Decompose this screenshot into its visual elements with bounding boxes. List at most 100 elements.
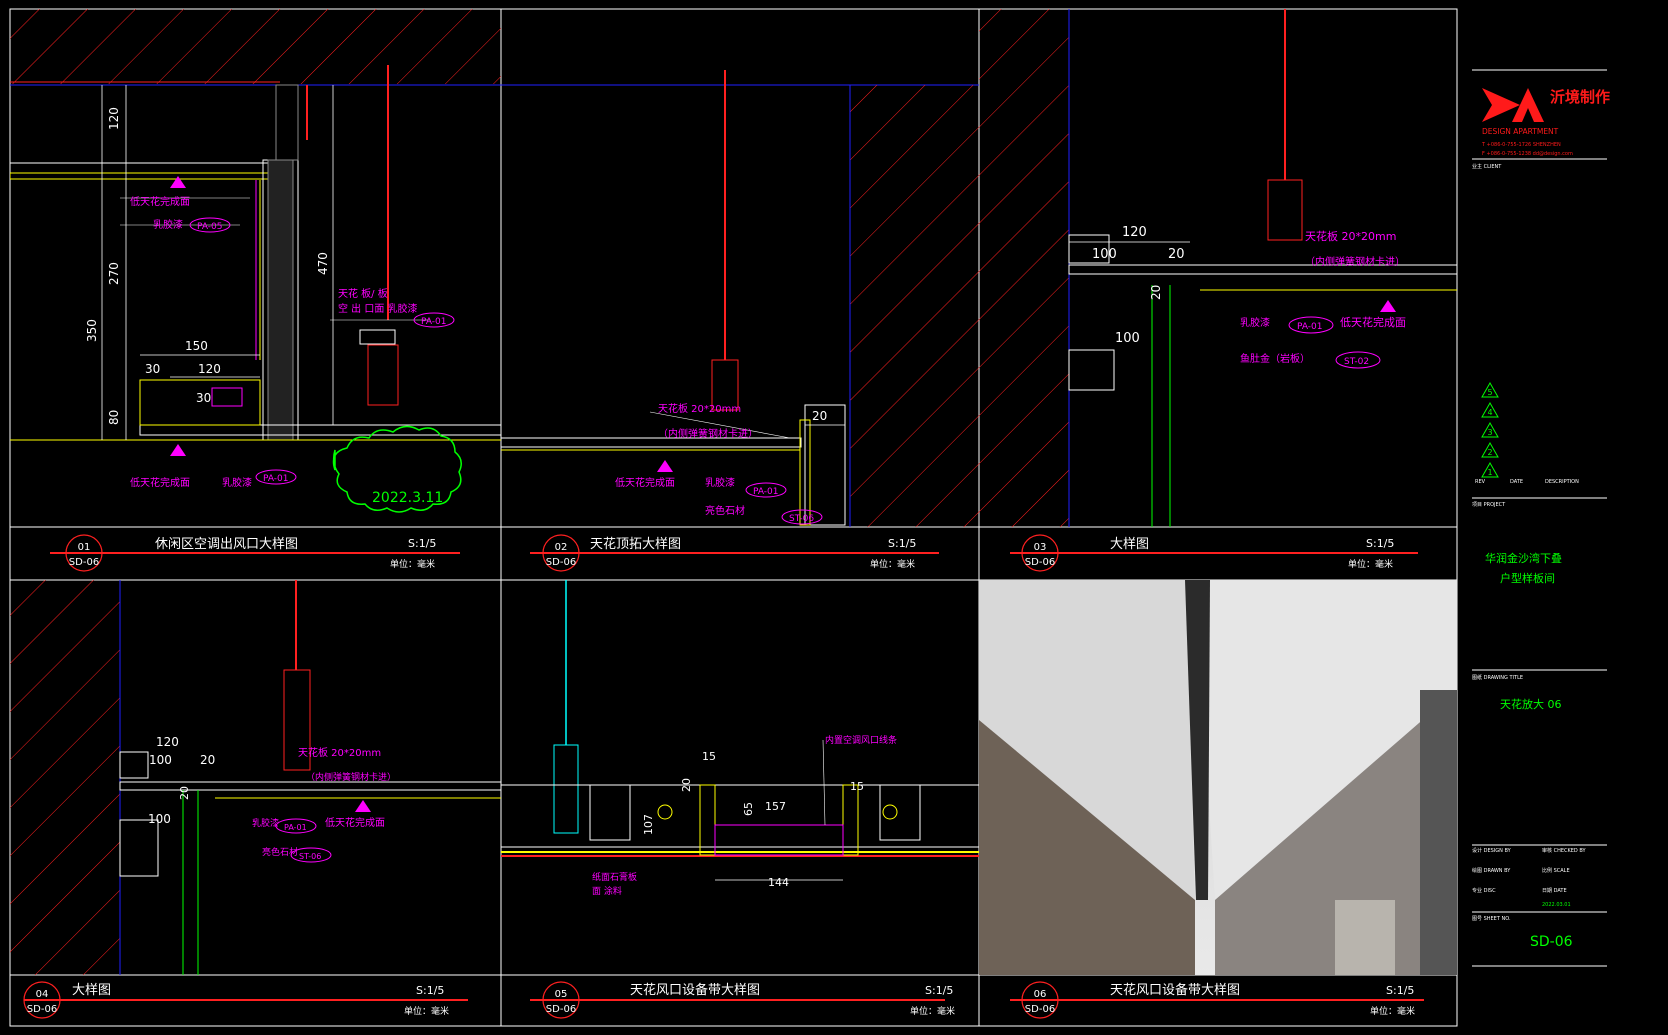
panel-05-detail: 15 20 107 65 157 15 144 内置空调风口线条 纸面石膏板 面… [501,580,979,897]
label-trim: 天花板 20*20mm [1305,229,1396,243]
title-bar-03: 03 SD-06 大样图 S:1/5 单位：毫米 [1010,534,1418,572]
vent-channel [699,784,716,856]
meta-date: 日期 DATE [1542,888,1567,894]
label-finish: 面 涂料 [592,885,622,897]
detail-title: 天花风口设备带大样图 [1110,982,1240,998]
dim-text-470: 470 [316,252,330,275]
dim-text-150: 150 [185,339,208,353]
label-stone: 亮色石材 [705,504,745,517]
detail-number: 03 [1034,542,1047,553]
revision-5: 5 [1487,388,1492,397]
detail-scale: S:1/5 [1386,984,1414,997]
dim-text-20: 20 [200,753,215,767]
panel-03-detail: 120 100 20 20 100 天花板 20*20mm （内侧弹簧钢材卡进）… [979,9,1457,527]
detail-scale: S:1/5 [416,984,444,997]
label-vent2: 空 出 口面 乳胶漆 [338,302,418,315]
leader-vent [822,739,826,826]
vent-grille [714,824,844,856]
photo-column [1420,690,1457,975]
drawing-label: 图纸 DRAWING TITLE [1472,674,1523,681]
label-ceiling: 低天花完成面 [615,476,675,489]
panel-02-detail: 20 天花板 20*20mm （内侧弹簧钢材卡进） 低天花完成面 乳胶漆 PA-… [501,70,979,527]
label-marble: 鱼肚金（岩板） [1240,352,1310,365]
label-trim-note: （内侧弹簧钢材卡进） [658,427,758,440]
label-paint2: 乳胶漆 [222,476,252,489]
title-bar-06: 06 SD-06 天花风口设备带大样图 S:1/5 单位：毫米 [1010,981,1424,1019]
dim-text-80: 80 [107,410,121,425]
revision-3: 3 [1487,428,1492,437]
detail-number: 06 [1034,989,1047,1000]
dim-text-350: 350 [85,319,99,342]
detail-number: 01 [78,542,91,553]
label-vent: 内置空调风口线条 [825,734,897,746]
dim-text-20: 20 [1168,247,1185,262]
panel-06-photo [979,580,1457,975]
detail-scale: S:1/5 [925,984,953,997]
hanger-block [275,84,299,161]
title-bar-04: 04 SD-06 大样图 S:1/5 单位：毫米 [23,981,468,1019]
stud-wall-core [267,159,294,441]
tag-pa01: PA-01 [1297,322,1323,332]
light-fixture [657,804,673,820]
meta-design: 设计 DESIGN BY [1472,847,1512,854]
upper-ceiling-board [10,162,276,174]
dim-text-20: 20 [812,409,827,423]
anchor-bolt [119,819,159,877]
dim-text-100b: 100 [1115,331,1140,346]
anchor-bolt [1068,349,1115,391]
level-marker-1 [170,176,186,188]
meta-disc: 专业 DISC [1472,887,1496,894]
tag-st02: ST-02 [1344,357,1369,367]
tag-pa01b: PA-01 [263,474,289,484]
brand-contact-2: F +086-0-755-1238 dd@design.com [1482,151,1573,157]
title-bar-02: 02 SD-06 天花顶拓大样图 S:1/5 单位：毫米 [530,534,939,572]
label-trim: 天花板 20*20mm [298,746,381,759]
label-paint: 乳胶漆 [1240,316,1270,329]
sheet-number: SD-06 [1530,934,1573,950]
stud-right [879,784,921,841]
vent-grille [211,387,243,407]
tag-pa01: PA-01 [421,317,447,327]
detail-unit: 单位：毫米 [870,558,915,570]
title-bar-05: 05 SD-06 天花风口设备带大样图 S:1/5 单位：毫米 [530,981,955,1019]
detail-title: 大样图 [72,983,111,998]
edge-block [804,404,846,526]
brand-name-en: DESIGN APARTMENT [1482,127,1559,136]
dim-text-157: 157 [765,800,786,813]
vent-body [359,329,396,345]
detail-scale: S:1/5 [408,537,436,550]
meta-scale: 比例 SCALE [1542,867,1570,874]
stud-left [589,784,631,841]
sheet-ref: SD-06 [69,557,99,568]
rev-col-date: DATE [1510,479,1523,485]
dim-text-20b: 20 [1149,285,1163,300]
panel-04-detail: 120 100 20 20 100 天花板 20*20mm （内侧弹簧钢材卡进）… [10,580,501,975]
level-marker-2 [170,444,186,456]
project-label: 项目 PROJECT [1472,502,1506,508]
revision-date: 2022.3.11 [372,490,443,506]
brand-name-cn: 沂境制作 [1550,88,1610,106]
revision-2: 2 [1487,448,1492,457]
panel-01-detail: 120 270 350 470 150 120 30 30 80 低天花完成面 … [10,9,501,513]
cad-drawing-sheet: 120 270 350 470 150 120 30 30 80 低天花完成面 … [9,8,1610,1027]
detail-scale: S:1/5 [888,537,916,550]
tag-pa01: PA-01 [284,823,307,832]
dim-text-30: 30 [145,362,160,376]
sheet-ref: SD-06 [1025,1004,1055,1015]
label-vent: 天花 板/ 板 [338,287,388,300]
dim-text-100: 100 [149,753,172,767]
dim-text-100b: 100 [148,812,171,826]
title-bar-01: 01 SD-06 休闲区空调出风口大样图 S:1/5 单位：毫米 [50,534,460,572]
tag-pa05: PA-05 [197,222,223,232]
dim-text-15b: 15 [850,780,864,793]
label-ceiling: 低天花完成面 [1340,315,1406,329]
dim-text-65: 65 [742,802,755,816]
hanger-clip [1267,179,1303,241]
date-value: 2022.03.01 [1542,902,1571,908]
lower-ceiling-board [139,424,501,436]
detail-unit: 单位：毫米 [1348,558,1393,570]
upper-ceiling-finish [10,172,276,180]
label-ceiling2: 低天花完成面 [130,476,190,489]
dim-text-120: 120 [156,735,179,749]
dim-text-144: 144 [768,876,789,889]
